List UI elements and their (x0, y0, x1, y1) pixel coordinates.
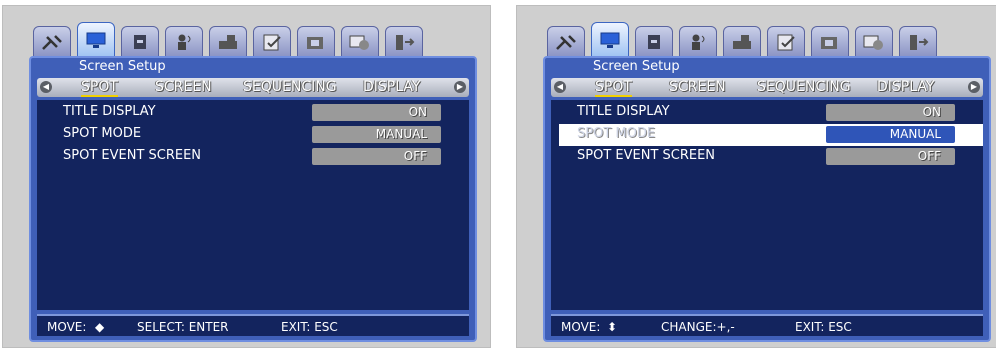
osd-window: Screen Setup ◀ SPOT SCREEN SEQUENCING DI… (543, 22, 991, 342)
left-right-arrows-icon: ◆ (95, 320, 105, 334)
tab-display[interactable]: DISPLAY (877, 79, 934, 95)
right-arrow-icon[interactable]: ▶ (968, 81, 980, 93)
disk-icon[interactable] (635, 26, 673, 58)
spot-event-screen-value[interactable]: OFF (312, 148, 441, 165)
title-display-label: TITLE DISPLAY (63, 104, 156, 119)
user-icon[interactable] (165, 26, 203, 58)
tools-icon[interactable] (547, 26, 585, 58)
osd-window: Screen Setup ◀ SPOT SCREEN SEQUENCING DI… (29, 22, 477, 342)
network-icon[interactable] (811, 26, 849, 58)
settings-list: TITLE DISPLAY ON SPOT MODE MANUAL SPOT E… (551, 100, 983, 310)
spot-event-screen-label: SPOT EVENT SCREEN (63, 148, 202, 163)
move-hint: MOVE: (47, 320, 87, 334)
monitor-icon[interactable] (591, 22, 629, 58)
tab-spot[interactable]: SPOT (81, 79, 118, 97)
menu-icon-bar (29, 22, 477, 58)
submenu-tabs: ◀ SPOT SCREEN SEQUENCING DISPLAY ▶ (551, 78, 983, 97)
spot-mode-label: SPOT MODE (577, 126, 656, 141)
backup-icon[interactable] (855, 26, 893, 58)
title-display-value[interactable]: ON (312, 104, 441, 121)
tab-sequencing[interactable]: SEQUENCING (757, 79, 851, 95)
exit-icon[interactable] (385, 26, 423, 58)
event-icon[interactable] (253, 26, 291, 58)
spot-event-screen-label: SPOT EVENT SCREEN (577, 148, 716, 163)
tools-icon[interactable] (33, 26, 71, 58)
title-display-value[interactable]: ON (826, 104, 955, 121)
record-icon[interactable] (723, 26, 761, 58)
left-arrow-icon[interactable]: ◀ (554, 81, 566, 93)
tab-spot[interactable]: SPOT (595, 79, 632, 97)
osd-panel-right: Screen Setup ◀ SPOT SCREEN SEQUENCING DI… (516, 5, 996, 348)
osd-panel-left: Screen Setup ◀ SPOT SCREEN SEQUENCING DI… (2, 5, 491, 348)
exit-hint: EXIT: ESC (281, 320, 338, 334)
exit-hint: EXIT: ESC (795, 320, 852, 334)
spot-event-screen-value[interactable]: OFF (826, 148, 955, 165)
tab-display[interactable]: DISPLAY (363, 79, 420, 95)
page-title: Screen Setup (79, 59, 166, 74)
menu-icon-bar (543, 22, 991, 58)
up-down-arrows-icon: ⬍ (607, 320, 618, 334)
user-icon[interactable] (679, 26, 717, 58)
change-hint: CHANGE:+,- (661, 320, 735, 334)
page-title: Screen Setup (593, 59, 680, 74)
move-hint: MOVE: (561, 320, 601, 334)
select-hint: SELECT: ENTER (137, 320, 229, 334)
monitor-icon[interactable] (77, 22, 115, 58)
tab-screen[interactable]: SCREEN (155, 79, 212, 95)
status-bar: MOVE: ⬍ CHANGE:+,- EXIT: ESC (551, 314, 983, 336)
menu-frame: Screen Setup ◀ SPOT SCREEN SEQUENCING DI… (543, 56, 991, 342)
spot-mode-value[interactable]: MANUAL (826, 126, 955, 143)
title-display-label: TITLE DISPLAY (577, 104, 670, 119)
settings-list: TITLE DISPLAY ON SPOT MODE MANUAL SPOT E… (37, 100, 469, 310)
tab-sequencing[interactable]: SEQUENCING (243, 79, 337, 95)
network-icon[interactable] (297, 26, 335, 58)
event-icon[interactable] (767, 26, 805, 58)
spot-mode-label: SPOT MODE (63, 126, 142, 141)
exit-icon[interactable] (899, 26, 937, 58)
backup-icon[interactable] (341, 26, 379, 58)
menu-frame: Screen Setup ◀ SPOT SCREEN SEQUENCING DI… (29, 56, 477, 342)
tab-screen[interactable]: SCREEN (669, 79, 726, 95)
spot-mode-value[interactable]: MANUAL (312, 126, 441, 143)
status-bar: MOVE: ◆ SELECT: ENTER EXIT: ESC (37, 314, 469, 336)
left-arrow-icon[interactable]: ◀ (40, 81, 52, 93)
record-icon[interactable] (209, 26, 247, 58)
right-arrow-icon[interactable]: ▶ (454, 81, 466, 93)
submenu-tabs: ◀ SPOT SCREEN SEQUENCING DISPLAY ▶ (37, 78, 469, 97)
disk-icon[interactable] (121, 26, 159, 58)
